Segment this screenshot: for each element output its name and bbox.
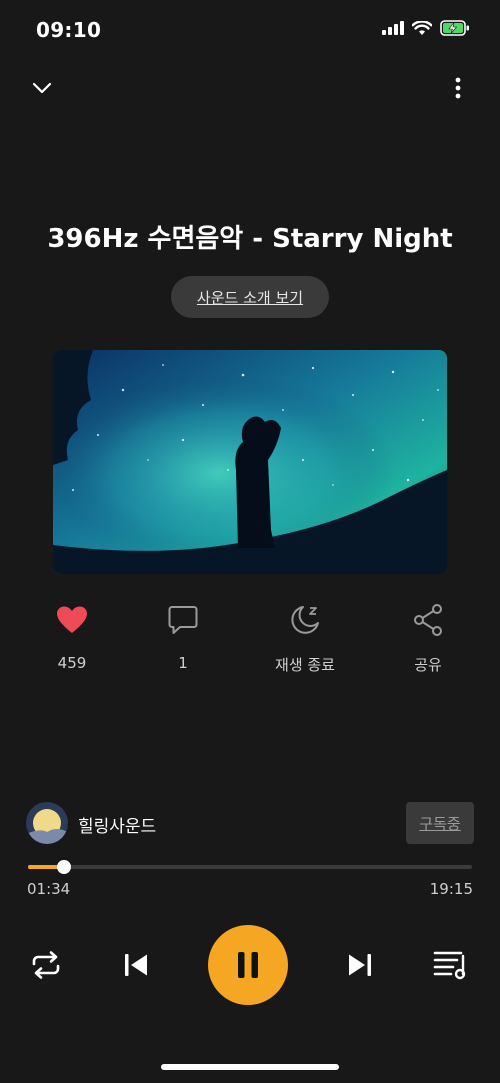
- share-button[interactable]: 공유: [378, 598, 478, 675]
- current-time: 01:34: [27, 880, 71, 898]
- status-bar: 09:10: [0, 0, 500, 60]
- more-vertical-icon: [455, 77, 461, 99]
- home-indicator[interactable]: [161, 1064, 339, 1070]
- total-time: 19:15: [429, 880, 473, 898]
- skip-next-icon: [349, 954, 371, 976]
- collapse-button[interactable]: [22, 70, 62, 106]
- cover-image: [53, 350, 447, 574]
- sound-intro-button[interactable]: 사운드 소개 보기: [171, 276, 329, 318]
- like-button[interactable]: 459: [22, 598, 122, 672]
- share-label: 공유: [414, 656, 442, 674]
- action-row: 459 1 재생 종료 공유: [0, 598, 500, 678]
- heart-icon: [57, 606, 87, 633]
- track-title: 396Hz 수면음악 - Starry Night: [47, 224, 453, 254]
- playlist-button[interactable]: [430, 925, 472, 1005]
- moon-icon: [291, 606, 319, 634]
- wifi-icon: [412, 20, 432, 35]
- signal-icon: [382, 21, 404, 35]
- comment-count: 1: [178, 654, 188, 672]
- channel-row: 힐링사운드 구독중: [26, 800, 474, 846]
- comment-button[interactable]: 1: [133, 598, 233, 672]
- progress-track: [28, 865, 472, 869]
- subscribe-button[interactable]: 구독중: [406, 802, 474, 844]
- pause-icon: [238, 952, 258, 978]
- repeat-button[interactable]: [26, 925, 66, 1005]
- sleep-timer-label: 재생 종료: [275, 656, 335, 674]
- next-button[interactable]: [342, 925, 378, 1005]
- previous-button[interactable]: [118, 925, 154, 1005]
- progress-bar[interactable]: [28, 860, 472, 874]
- repeat-icon: [32, 951, 60, 979]
- skip-previous-icon: [125, 954, 147, 976]
- battery-charging-icon: [440, 20, 469, 36]
- status-icons: [382, 20, 470, 36]
- share-icon: [414, 604, 442, 636]
- like-count: 459: [57, 654, 87, 672]
- sleep-timer-button[interactable]: 재생 종료: [255, 598, 355, 675]
- playlist-icon: [433, 951, 466, 980]
- progress-thumb[interactable]: [57, 860, 72, 874]
- chevron-down-icon: [32, 82, 52, 94]
- cover-art: [53, 350, 447, 574]
- status-time: 09:10: [36, 18, 102, 42]
- more-options-button[interactable]: [438, 70, 478, 106]
- playback-controls: [0, 925, 500, 1005]
- comment-icon: [168, 606, 198, 634]
- pause-button[interactable]: [208, 925, 288, 1005]
- avatar-image: [26, 802, 68, 844]
- channel-avatar[interactable]: [26, 802, 68, 844]
- channel-name[interactable]: 힐링사운드: [78, 812, 156, 837]
